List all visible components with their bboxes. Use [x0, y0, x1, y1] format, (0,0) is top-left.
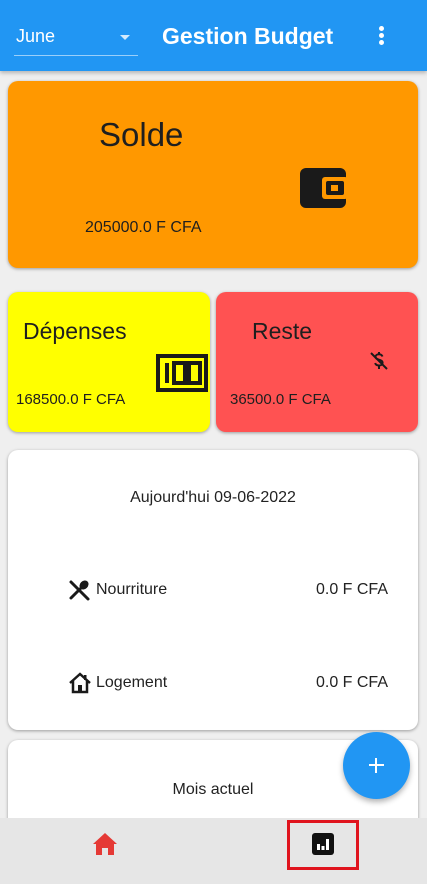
nav-item-stats[interactable]	[287, 820, 359, 870]
reste-label: Reste	[252, 318, 313, 344]
solde-card: Solde 205000.0 F CFA	[8, 81, 418, 268]
money-off-icon	[370, 352, 388, 370]
bottom-nav	[0, 818, 427, 884]
solde-label: Solde	[99, 116, 184, 153]
list-item: Nourriture 0.0 F CFA	[68, 577, 388, 603]
depenses-amount: 168500.0 F CFA	[16, 391, 126, 408]
category-name: Logement	[96, 674, 168, 691]
app-bar: June Gestion Budget	[0, 0, 427, 71]
solde-amount: 205000.0 F CFA	[85, 219, 202, 236]
month-dropdown-value: June	[16, 26, 56, 46]
restaurant-icon	[69, 580, 90, 601]
analytics-icon	[312, 833, 334, 855]
today-heading: Aujourd'hui 09-06-2022	[130, 489, 296, 506]
more-vert-icon[interactable]	[370, 22, 394, 50]
category-value: 0.0 F CFA	[315, 674, 388, 691]
reste-card: Reste 36500.0 F CFA	[216, 292, 418, 432]
home-icon[interactable]	[92, 832, 118, 856]
add-button[interactable]	[343, 732, 410, 799]
category-value: 0.0 F CFA	[315, 581, 388, 598]
today-card: Aujourd'hui 09-06-2022 Nourriture 0.0 F …	[8, 450, 418, 730]
chevron-down-icon	[120, 35, 130, 40]
depenses-card: Dépenses 168500.0 F CFA	[8, 292, 210, 432]
add-icon-stroke	[375, 758, 378, 773]
reste-amount: 36500.0 F CFA	[230, 391, 331, 408]
list-item: Logement 0.0 F CFA	[68, 670, 388, 696]
app-title: Gestion Budget	[162, 23, 334, 49]
house-icon	[69, 672, 91, 694]
wallet-icon	[300, 168, 348, 208]
hundred-icon	[156, 354, 208, 392]
category-name: Nourriture	[96, 581, 168, 598]
month-dropdown[interactable]: June	[14, 22, 138, 56]
depenses-label: Dépenses	[23, 318, 127, 344]
